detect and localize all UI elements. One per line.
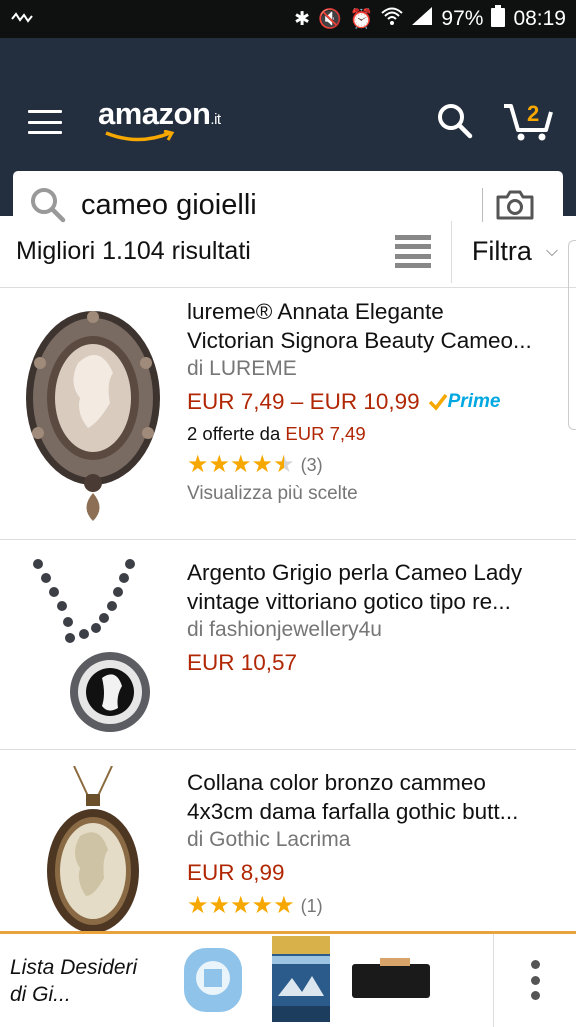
result-item[interactable]: Argento Grigio perla Cameo Lady vintage … (0, 540, 576, 750)
product-title[interactable]: lureme® Annata Elegante (187, 297, 568, 326)
more-choices-link[interactable]: Visualizza più scelte (187, 483, 568, 505)
filter-button[interactable]: Filtra (472, 236, 532, 267)
amazon-logo[interactable]: amazon.it (98, 96, 221, 142)
price-range: EUR 7,49 – EUR 10,99 (187, 389, 420, 414)
bluetooth-icon: ✱ (294, 8, 311, 30)
half-star-icon: ★ (273, 451, 295, 478)
hamburger-menu-icon[interactable] (28, 110, 62, 134)
star-icon: ★ (187, 892, 209, 919)
product-image[interactable] (18, 303, 168, 523)
result-item[interactable]: lureme® Annata Elegante Victorian Signor… (0, 289, 576, 540)
product-brand: di Gothic Lacrima (187, 828, 351, 851)
offers-text[interactable]: 2 offerte da EUR 7,49 (187, 423, 568, 445)
review-count[interactable]: (3) (301, 455, 323, 476)
star-icon: ★ (230, 892, 252, 919)
star-icon: ★ (251, 451, 274, 478)
star-icon: ★ (208, 451, 231, 478)
chevron-down-icon[interactable]: ⌵ (546, 243, 558, 261)
wifi-icon (381, 6, 404, 32)
cart-count-badge[interactable]: 2 (527, 101, 539, 127)
star-icon: ★ (230, 451, 252, 478)
result-item[interactable]: Collana color bronzo cammeo 4x3cm dama f… (0, 750, 576, 931)
app-header: amazon.it 2 (0, 38, 576, 239)
notification-area (10, 7, 294, 31)
star-icon: ★ (187, 451, 209, 478)
more-options-icon[interactable] (530, 960, 540, 1000)
product-price: EUR 8,99 (187, 860, 285, 885)
alarm-icon: ⏰ (349, 9, 374, 30)
star-icon: ★ (208, 892, 231, 919)
product-title[interactable]: Argento Grigio perla Cameo Lady (187, 558, 568, 587)
product-brand: di LUREME (187, 357, 297, 380)
offers-price: EUR 7,49 (285, 423, 366, 444)
star-rating[interactable]: ★ ★ ★ ★ ★ (1) (187, 894, 568, 918)
star-icon: ★ (273, 892, 295, 919)
wishlist-bar[interactable]: Lista Desideri di Gi... (0, 931, 576, 1027)
product-price: EUR 10,57 (187, 650, 298, 675)
wishlist-thumb-book[interactable] (272, 936, 330, 1022)
star-rating[interactable]: ★ ★ ★ ★ ★ (3) (187, 453, 568, 477)
search-icon[interactable] (436, 102, 474, 140)
wishlist-thumb-camera-lens[interactable] (180, 942, 246, 1018)
results-toolbar: Migliori 1.104 risultati Filtra ⌵ (0, 216, 576, 288)
prime-badge: Prime (428, 391, 500, 413)
review-count[interactable]: (1) (301, 896, 323, 917)
mute-icon: 🔇 (318, 9, 342, 30)
product-title[interactable]: Collana color bronzo cammeo (187, 768, 568, 797)
battery-icon (491, 5, 506, 33)
results-count: Migliori 1.104 risultati (16, 237, 251, 265)
list-view-icon[interactable] (394, 234, 431, 269)
product-image[interactable] (18, 766, 168, 931)
product-title-line2[interactable]: 4x3cm dama farfalla gothic butt... (187, 797, 568, 826)
signal-icon (411, 6, 433, 32)
wishlist-thumb-wallet[interactable] (352, 958, 430, 1002)
wishlist-label[interactable]: Lista Desideri di Gi... (10, 954, 137, 1008)
status-bar: ✱ 🔇 ⏰ 97% 08:19 (0, 0, 576, 38)
battery-percent: 97% (441, 7, 484, 30)
bottom-bar-divider (493, 934, 494, 1027)
product-price: EUR 7,49 – EUR 10,99 Prime (187, 389, 568, 415)
prime-check-icon (428, 393, 448, 411)
product-brand: di fashionjewellery4u (187, 618, 382, 641)
clock: 08:19 (513, 7, 566, 30)
product-title-line2[interactable]: vintage vittoriano gotico tipo re... (187, 587, 568, 616)
voicemail-icon (11, 12, 33, 23)
star-icon: ★ (251, 892, 274, 919)
product-title-line2[interactable]: Victorian Signora Beauty Cameo... (187, 326, 568, 355)
toolbar-divider (450, 220, 452, 283)
product-image[interactable] (18, 556, 168, 736)
smile-arrow-icon (105, 130, 175, 142)
